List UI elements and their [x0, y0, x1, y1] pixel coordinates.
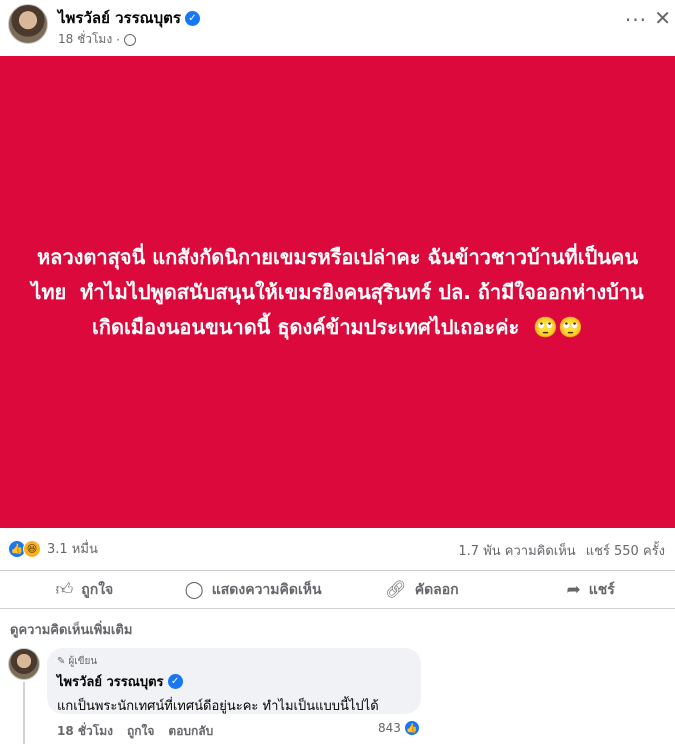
engagement-counts: 1.7 พัน ความคิดเห็น แชร์ 550 ครั้ง: [458, 540, 665, 561]
comment-count[interactable]: 1.7 พัน ความคิดเห็น: [458, 540, 575, 561]
author-badge-label: ผู้เขียน: [68, 656, 98, 667]
author-name-row[interactable]: ไพรวัลย์ วรรณบุตร ✓: [58, 6, 200, 30]
comment-author-row: ไพรวัลย์ วรรณบุตร ✓: [57, 671, 411, 692]
comment-like-count: 843: [378, 721, 401, 735]
like-button[interactable]: 👍︎ ถูกใจ: [0, 571, 169, 602]
verified-badge-icon: ✓: [184, 10, 200, 26]
post-text: หลวงตาสุจนี่ แกสังกัดนิกายเขมรหรือเปล่าค…: [31, 244, 644, 339]
post-header: ไพรวัลย์ วรรณบุตร ✓ 18 ชั่วโมง · ··· ✕: [0, 0, 675, 56]
comment-likes[interactable]: 843 👍: [378, 720, 420, 736]
comment-text: แกเป็นพระนักเทศน์ที่เทศน์ดีอยู่นะคะ ทำไม…: [57, 699, 379, 714]
close-icon[interactable]: ✕: [654, 6, 671, 30]
comment-like-button[interactable]: ถูกใจ: [127, 722, 154, 741]
share-button[interactable]: ➦ แชร์: [506, 571, 675, 602]
author-name[interactable]: ไพรวัลย์ วรรณบุตร: [58, 6, 181, 30]
share-count[interactable]: แชร์ 550 ครั้ง: [586, 540, 665, 561]
like-reaction-icon: 👍: [403, 720, 420, 736]
comment-author[interactable]: ไพรวัลย์ วรรณบุตร: [57, 671, 164, 692]
verified-badge-icon: ✓: [167, 674, 183, 689]
link-icon: 🔗︎: [385, 579, 407, 600]
post-meta: 18 ชั่วโมง ·: [58, 30, 137, 49]
share-icon: ➦: [566, 579, 581, 600]
comment-avatar[interactable]: [8, 648, 40, 680]
more-options-icon[interactable]: ···: [625, 8, 647, 32]
haha-reaction-icon: 😆: [23, 539, 41, 558]
reaction-count: 3.1 หมื่น: [47, 542, 98, 557]
comment-icon: ◯: [184, 579, 204, 600]
like-label: ถูกใจ: [81, 581, 114, 598]
comment-time[interactable]: 18 ชั่วโมง: [57, 722, 113, 741]
comment-button[interactable]: ◯ แสดงความคิดเห็น: [169, 571, 338, 602]
author-badge: ✎ ผู้เขียน: [57, 654, 411, 669]
post-time[interactable]: 18 ชั่วโมง: [58, 30, 112, 49]
meta-separator: ·: [116, 32, 121, 47]
copy-button[interactable]: 🔗︎ คัดลอก: [338, 571, 507, 602]
post-stats: 👍 😆 3.1 หมื่น 1.7 พัน ความคิดเห็น แชร์ 5…: [0, 536, 675, 560]
action-bar: 👍︎ ถูกใจ ◯ แสดงความคิดเห็น 🔗︎ คัดลอก ➦ แ…: [0, 570, 675, 602]
view-more-comments[interactable]: ดูความคิดเห็นเพิ่มเติม: [10, 619, 132, 640]
globe-icon: [124, 33, 137, 46]
pencil-icon: ✎: [57, 656, 66, 667]
thread-line: [23, 682, 25, 744]
post-image[interactable]: หลวงตาสุจนี่ แกสังกัดนิกายเขมรหรือเปล่าค…: [0, 56, 675, 528]
comment-bubble: ✎ ผู้เขียน ไพรวัลย์ วรรณบุตร ✓ แกเป็นพระ…: [47, 648, 421, 714]
divider: [0, 608, 675, 609]
copy-label: คัดลอก: [414, 581, 459, 598]
comment-reply-button[interactable]: ตอบกลับ: [168, 722, 213, 741]
author-avatar[interactable]: [8, 4, 48, 44]
reactions[interactable]: 👍 😆 3.1 หมื่น: [8, 538, 98, 559]
share-label: แชร์: [588, 581, 615, 598]
comment-label: แสดงความคิดเห็น: [211, 581, 322, 598]
thumbs-up-icon: 👍︎: [55, 580, 74, 600]
comment-meta: 18 ชั่วโมง ถูกใจ ตอบกลับ: [57, 722, 213, 741]
